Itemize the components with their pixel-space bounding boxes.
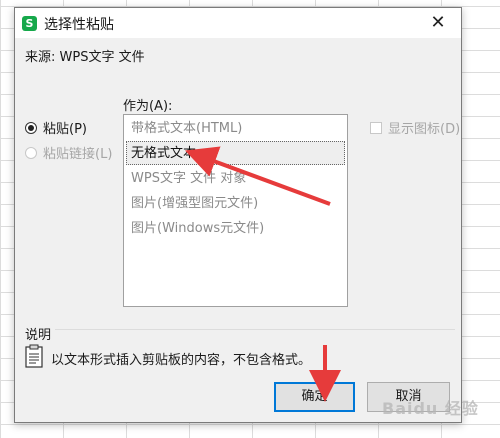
close-icon[interactable]: ✕: [415, 8, 461, 38]
paste-special-dialog: S 选择性粘贴 ✕ 来源: WPS文字 文件 粘贴(P) 粘贴链接(L) 作为(…: [14, 7, 462, 423]
paste-link-radio-label: 粘贴链接(L): [43, 147, 113, 162]
title-bar: S 选择性粘贴 ✕: [15, 8, 461, 38]
dialog-title: 选择性粘贴: [44, 17, 114, 33]
paste-link-radio-button: [25, 146, 37, 159]
display-icon-checkbox: [370, 121, 382, 134]
display-icon-label: 显示图标(D): [388, 122, 461, 137]
paste-link-radio-option: 粘贴链接(L): [25, 143, 112, 162]
paste-format-listbox[interactable]: 带格式文本(HTML) 无格式文本 WPS文字 文件 对象 图片(增强型图元文件…: [123, 114, 348, 307]
baidu-watermark: Baidu 经验: [382, 399, 479, 418]
paste-radio-button[interactable]: [25, 121, 37, 134]
source-line: 来源: WPS文字 文件: [25, 50, 145, 65]
list-item-selected[interactable]: 无格式文本: [126, 141, 345, 165]
clipboard-icon: [25, 344, 45, 372]
ok-button[interactable]: 确定: [274, 382, 355, 412]
list-item[interactable]: 图片(增强型图元文件): [126, 191, 345, 215]
description-heading: 说明: [25, 328, 52, 343]
list-item[interactable]: 图片(Windows元文件): [126, 216, 345, 240]
paste-radio-option[interactable]: 粘贴(P): [25, 118, 87, 137]
description-text: 以文本形式插入剪贴板的内容，不包含格式。: [51, 353, 312, 368]
description-divider: [55, 329, 455, 330]
as-label: 作为(A):: [123, 99, 173, 114]
wps-spreadsheet-icon: S: [22, 16, 37, 31]
list-item[interactable]: WPS文字 文件 对象: [126, 166, 345, 190]
display-icon-option: 显示图标(D): [370, 118, 460, 137]
paste-radio-label: 粘贴(P): [43, 122, 87, 137]
list-item[interactable]: 带格式文本(HTML): [126, 116, 345, 140]
